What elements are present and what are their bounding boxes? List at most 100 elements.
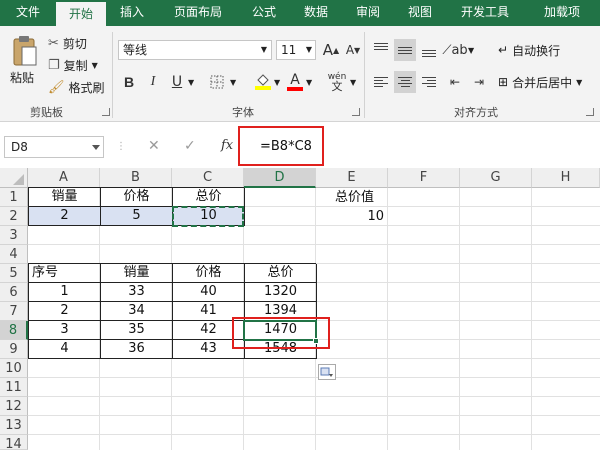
phonetic-char: 文	[331, 80, 343, 93]
grow-font-icon[interactable]: A ▲	[320, 39, 342, 61]
alignment-launcher-icon[interactable]	[586, 108, 594, 116]
borders-icon[interactable]	[206, 71, 228, 93]
table-cell[interactable]: 33	[101, 283, 173, 302]
main-header-total[interactable]: 总价	[245, 264, 317, 283]
tab-developer[interactable]: 开发工具	[446, 0, 524, 26]
cell-e2-value[interactable]: 10	[316, 207, 388, 226]
copy-label: 复制	[63, 58, 88, 73]
paste-button[interactable]: 粘贴	[10, 66, 34, 88]
row-header-12[interactable]: 12	[0, 397, 28, 416]
table-cell[interactable]: 1320	[245, 283, 317, 302]
fill-color-icon[interactable]	[252, 71, 274, 93]
tab-view[interactable]: 视图	[394, 0, 446, 26]
chevron-down-icon[interactable]: ▼	[468, 39, 474, 61]
column-header-b[interactable]: B	[100, 168, 172, 188]
increase-indent-icon[interactable]: ⇥	[468, 71, 490, 93]
top-header-sales[interactable]: 销量	[29, 188, 101, 207]
name-box[interactable]: D8	[4, 136, 104, 158]
tab-addins[interactable]: 加载项	[524, 0, 600, 26]
row-header-14[interactable]: 14	[0, 435, 28, 450]
top-value-price[interactable]: 5	[101, 207, 173, 226]
merge-icon: ⊞	[498, 75, 509, 89]
column-header-a[interactable]: A	[28, 168, 100, 188]
clipboard-launcher-icon[interactable]	[102, 108, 110, 116]
cut-button[interactable]: ✂ 剪切	[48, 32, 87, 54]
tab-data[interactable]: 数据	[290, 0, 342, 26]
cancel-icon[interactable]: ✕	[148, 138, 160, 154]
bold-button[interactable]: B	[118, 71, 140, 93]
table-cell[interactable]: 4	[29, 340, 101, 359]
align-center-icon[interactable]	[394, 71, 416, 93]
insert-function-icon[interactable]: fx	[221, 138, 233, 153]
column-header-c[interactable]: C	[172, 168, 244, 188]
enter-icon[interactable]: ✓	[184, 138, 196, 154]
underline-button[interactable]: U	[166, 71, 188, 93]
top-value-sales[interactable]: 2	[29, 207, 101, 226]
column-header-d[interactable]: D	[244, 168, 316, 188]
row-header-11[interactable]: 11	[0, 378, 28, 397]
tab-file[interactable]: 文件	[0, 0, 56, 26]
font-size-select[interactable]: 11 ▼	[276, 40, 316, 60]
middle-align-icon[interactable]	[394, 39, 416, 61]
table-cell[interactable]: 1	[29, 283, 101, 302]
column-header-g[interactable]: G	[460, 168, 532, 188]
align-right-icon[interactable]	[418, 71, 440, 93]
column-header-f[interactable]: F	[388, 168, 460, 188]
row-header-9[interactable]: 9	[0, 340, 28, 359]
font-name-select[interactable]: 等线 ▼	[118, 40, 272, 60]
format-painter-button[interactable]: 🖌 格式刷	[48, 76, 105, 98]
font-color-icon[interactable]: A	[284, 71, 306, 93]
select-all-corner[interactable]	[0, 168, 28, 188]
chevron-down-icon[interactable]: ▼	[188, 71, 194, 93]
row-header-8[interactable]: 8	[0, 321, 28, 340]
row-header-2[interactable]: 2	[0, 207, 28, 226]
table-cell[interactable]: 36	[101, 340, 173, 359]
chevron-down-icon[interactable]: ▼	[306, 71, 312, 93]
top-header-price[interactable]: 价格	[101, 188, 173, 207]
row-header-1[interactable]: 1	[0, 188, 28, 207]
table-cell[interactable]: 35	[101, 321, 173, 340]
copy-button[interactable]: ❐ 复制 ▼	[48, 54, 98, 76]
tab-insert[interactable]: 插入	[106, 0, 158, 26]
column-header-h[interactable]: H	[532, 168, 600, 188]
row-header-7[interactable]: 7	[0, 302, 28, 321]
autofill-options-icon[interactable]	[318, 364, 336, 380]
row-header-4[interactable]: 4	[0, 245, 28, 264]
cell-e1-label[interactable]: 总价值	[316, 188, 388, 207]
ribbon-separator	[112, 32, 113, 118]
top-align-icon[interactable]	[370, 39, 392, 61]
tab-review[interactable]: 审阅	[342, 0, 394, 26]
orientation-icon[interactable]: ⟋ab	[442, 39, 467, 61]
chevron-down-icon[interactable]	[92, 145, 100, 150]
bottom-align-icon[interactable]	[418, 39, 440, 61]
row-header-5[interactable]: 5	[0, 264, 28, 283]
shrink-font-icon[interactable]: A ▼	[342, 39, 364, 61]
tab-formulas[interactable]: 公式	[238, 0, 290, 26]
column-header-e[interactable]: E	[316, 168, 388, 188]
italic-button[interactable]: I	[142, 71, 164, 93]
chevron-down-icon[interactable]: ▼	[350, 71, 356, 93]
wrap-text-button[interactable]: ↵ 自动换行	[498, 39, 560, 61]
tab-home[interactable]: 开始	[56, 0, 106, 26]
row-header-6[interactable]: 6	[0, 283, 28, 302]
main-header-price[interactable]: 价格	[173, 264, 245, 283]
tab-page-layout[interactable]: 页面布局	[158, 0, 238, 26]
table-cell[interactable]: 34	[101, 302, 173, 321]
worksheet-grid[interactable]: A B C D E F G H 1 2 3 4 5 6 7 8 9 10 11 …	[0, 168, 600, 450]
decrease-indent-icon[interactable]: ⇤	[444, 71, 466, 93]
table-cell[interactable]: 2	[29, 302, 101, 321]
row-header-13[interactable]: 13	[0, 416, 28, 435]
top-header-total[interactable]: 总价	[173, 188, 245, 207]
chevron-down-icon[interactable]: ▼	[274, 71, 280, 93]
chevron-down-icon[interactable]: ▼	[230, 71, 236, 93]
table-cell[interactable]: 40	[173, 283, 245, 302]
row-header-10[interactable]: 10	[0, 359, 28, 378]
table-cell[interactable]: 3	[29, 321, 101, 340]
main-header-index[interactable]: 序号	[29, 264, 101, 283]
font-launcher-icon[interactable]	[352, 108, 360, 116]
phonetic-icon[interactable]: wén 文	[326, 71, 348, 93]
main-header-sales[interactable]: 销量	[101, 264, 173, 283]
align-left-icon[interactable]	[370, 71, 392, 93]
merge-center-button[interactable]: ⊞ 合并后居中 ▼	[498, 71, 582, 93]
row-header-3[interactable]: 3	[0, 226, 28, 245]
